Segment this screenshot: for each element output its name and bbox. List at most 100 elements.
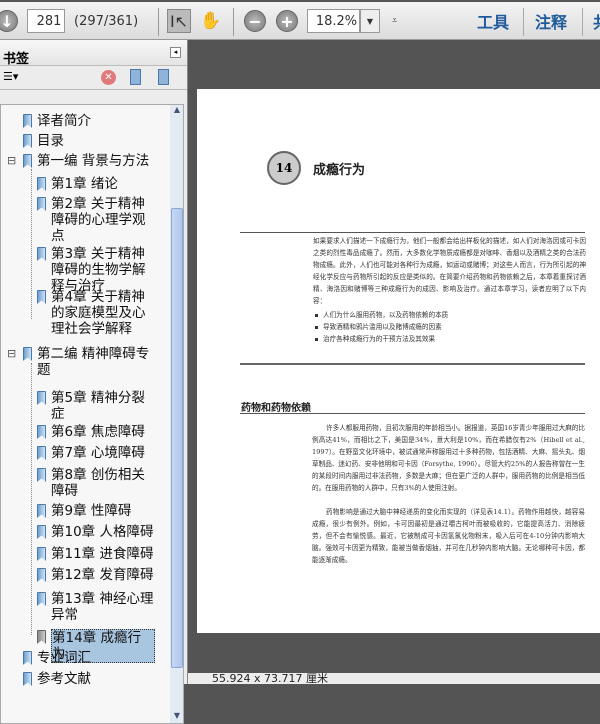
bookmark-icon [37,568,46,582]
pdf-page: 14 成瘾行为 如果要求人们描述一下成瘾行为，他们一般都会给出样板化的描述，如人… [197,89,600,633]
zoom-out-button[interactable]: − [244,7,266,35]
paragraph: 许多人都服用药物，且初次服用的年龄相当小。据报道，英国16岁青少年服用过大麻的比… [312,424,585,492]
bookmark-item[interactable]: 第11章 进食障碍 [37,546,167,562]
bookmark-item[interactable]: 目录 [23,133,163,149]
bullet-item: 治疗各种成瘾行为的干预方法及其效果 [313,333,586,345]
bookmark-icon [23,154,32,168]
bookmark-item[interactable]: 第1章 绪论 [37,176,167,192]
bookmark-label: 第11章 进食障碍 [51,546,154,562]
bookmark-icon [37,630,46,644]
bookmark-icon [37,547,46,561]
collapse-toggle-icon[interactable]: ⊟ [7,153,16,169]
bookmark-item[interactable]: 第7章 心境障碍 [37,445,167,461]
delete-bookmark-icon[interactable]: ✕ [101,70,116,85]
bookmark-label: 译者简介 [37,113,91,129]
bullet-item: 导致酒精和鸦片滥用以及赌博成瘾的因素 [313,321,586,333]
bookmark-icon [23,347,32,361]
bookmark-label: 第5章 精神分裂症 [51,390,145,422]
chevron-down-icon: ▼ [366,16,374,26]
bookmark-icon [37,391,46,405]
hand-tool-button[interactable]: ✋ [199,7,223,35]
bookmark-icon [37,177,46,191]
page-size: 55.924 x 73.717 厘米 [212,672,328,685]
bookmark-label: 第8章 创伤相关障碍 [51,467,145,499]
text-cursor-icon: I↖ [169,11,189,31]
bookmark-label: 第9章 性障碍 [51,503,132,519]
bookmark-label: 第12章 发育障碍 [51,567,154,583]
status-bar: 55.924 x 73.717 厘米 [188,673,600,684]
chapter-number: 14 [267,151,301,185]
paragraph: 药物影响是通过大脑中神经递质的变化而实现的（详见表14.1）。药物作用越快，越容… [312,508,585,564]
bookmark-icon [37,197,46,211]
bookmark-icon [23,134,32,148]
bookmark-label: 参考文献 [37,671,91,687]
bookmark-item[interactable]: 参考文献 [23,671,163,687]
bookmark-item[interactable]: ⊟ 第一编 背景与方法 [7,153,163,169]
bookmark-label: 第3章 关于精神障碍的生物学解释与治疗 [51,246,146,294]
bookmark-label: 第13章 神经心理异常 [51,591,154,623]
bookmark-item[interactable]: ⊟ 第二编 精神障碍专题 [7,346,163,378]
zoom-in-button[interactable]: + [276,7,298,35]
menu-share[interactable]: 共 [593,7,600,35]
bookmark-toolbar: ☰▾ ✕ [0,66,187,90]
bookmark-icon [37,446,46,460]
bookmark-item[interactable]: 专业词汇 [23,650,163,666]
page-number-input[interactable]: 281 [27,9,65,33]
collapse-panel-button[interactable]: ◂ [170,47,181,58]
panel-title: 书签 [3,52,30,67]
bookmark-icon [37,592,46,606]
expand-bookmark-icon[interactable] [158,69,169,85]
bookmark-label: 专业词汇 [37,650,91,666]
bookmark-icon [37,425,46,439]
scroll-down-icon[interactable]: ▼ [170,711,183,723]
bookmark-icon [37,504,46,518]
bookmark-icon [37,525,46,539]
bookmark-item[interactable]: 译者简介 [23,113,163,129]
collapse-toggle-icon[interactable]: ⊟ [7,346,16,362]
bookmark-icon [37,468,46,482]
chapter-intro: 如果要求人们描述一下成瘾行为，他们一般都会给出样板化的描述，如人们对海洛因或可卡… [313,237,586,345]
bookmark-item[interactable]: 第9章 性障碍 [37,503,167,519]
next-page-button[interactable]: ↓ [0,7,18,35]
toolbar: ↓ 281 (297/361) I↖ ✋ − + 18.2% ▼ ⩡ 工具 注释… [0,0,600,40]
bullet-item: 人们为什么服用药物，以及药物依赖的本质 [313,309,586,321]
bookmark-label: 第7章 心境障碍 [51,445,145,461]
scrollbar[interactable]: ▲ ▼ [170,105,183,723]
bookmark-label: 第一编 背景与方法 [37,153,150,169]
scrollbar-thumb[interactable] [171,208,183,668]
minus-icon: − [244,10,266,32]
zoom-dropdown[interactable]: ▼ [360,9,380,33]
menu-tools[interactable]: 工具 [477,7,509,35]
bookmark-tree: ▲ ▼ 译者简介目录 ⊟ 第一编 背景与方法第1章 绪论第2章 关于精神障碍的心理学… [0,104,184,724]
section-title: 药物和药物依赖 [241,403,311,414]
chapter-title: 成瘾行为 [313,163,366,178]
hand-icon: ✋ [200,11,222,31]
bookmark-item[interactable]: 第8章 创伤相关障碍 [37,467,167,499]
bookmark-item[interactable]: 第13章 神经心理异常 [37,591,167,623]
plus-icon: + [276,10,298,32]
bookmark-item[interactable]: 第3章 关于精神障碍的生物学解释与治疗 [37,246,167,294]
bookmark-label: 第1章 绪论 [51,176,118,192]
overflow-icon: ⩡ [392,16,398,26]
options-menu-button[interactable]: ☰▾ [3,70,18,83]
page-count: (297/361) [74,13,139,29]
bookmark-label: 目录 [37,133,64,149]
bookmark-item[interactable]: 第4章 关于精神的家庭模型及心理社会学解释 [37,289,167,337]
bookmark-item[interactable]: 第2章 关于精神障碍的心理学观点 [37,196,167,244]
bookmark-item[interactable]: 第10章 人格障碍 [37,524,167,540]
bookmark-icon [37,290,46,304]
menu-comment[interactable]: 注释 [535,7,567,35]
select-tool-button[interactable]: I↖ [167,9,191,33]
zoom-input[interactable]: 18.2% [307,9,360,33]
toolbar-more-button[interactable]: ⩡ [392,7,397,35]
bookmark-item[interactable]: 第5章 精神分裂症 [37,390,167,422]
bookmarks-panel: 书签 ◂ ☰▾ ✕ ▲ ▼ 译者简介目录 ⊟ 第一编 背景与方法第1章 绪论第2章 … [0,40,188,724]
bookmark-label: 第6章 焦虑障碍 [51,424,145,440]
bookmark-label: 第4章 关于精神的家庭模型及心理社会学解释 [51,289,146,337]
bookmark-item[interactable]: 第6章 焦虑障碍 [37,424,167,440]
arrow-down-icon: ↓ [0,10,18,32]
scroll-up-icon[interactable]: ▲ [170,105,183,119]
new-bookmark-icon[interactable] [130,69,141,85]
bookmark-item[interactable]: 第12章 发育障碍 [37,567,167,583]
bookmark-label: 第2章 关于精神障碍的心理学观点 [51,196,146,244]
